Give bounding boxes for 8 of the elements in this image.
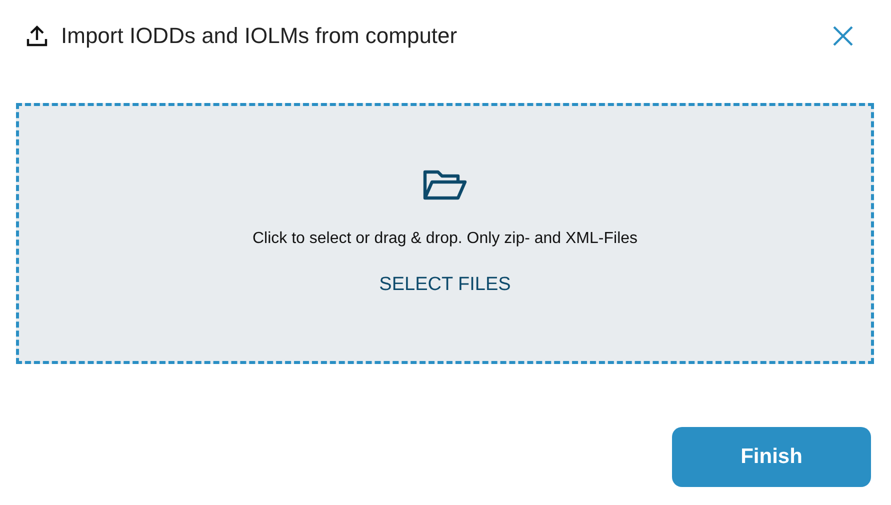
close-button[interactable] — [832, 25, 854, 47]
folder-icon — [422, 168, 468, 202]
instruction-text: Click to select or drag & drop. Only zip- and XML-Files — [252, 230, 638, 248]
drop-zone[interactable]: Click to select or drag & drop. Only zip- and XML-Files SELECT FILES — [16, 103, 874, 364]
dialog-title: Import IODDs and IOLMs from computer — [61, 23, 458, 49]
select-files-button[interactable]: SELECT FILES — [379, 274, 511, 296]
finish-button[interactable]: Finish — [672, 427, 871, 487]
upload-icon — [25, 24, 49, 48]
